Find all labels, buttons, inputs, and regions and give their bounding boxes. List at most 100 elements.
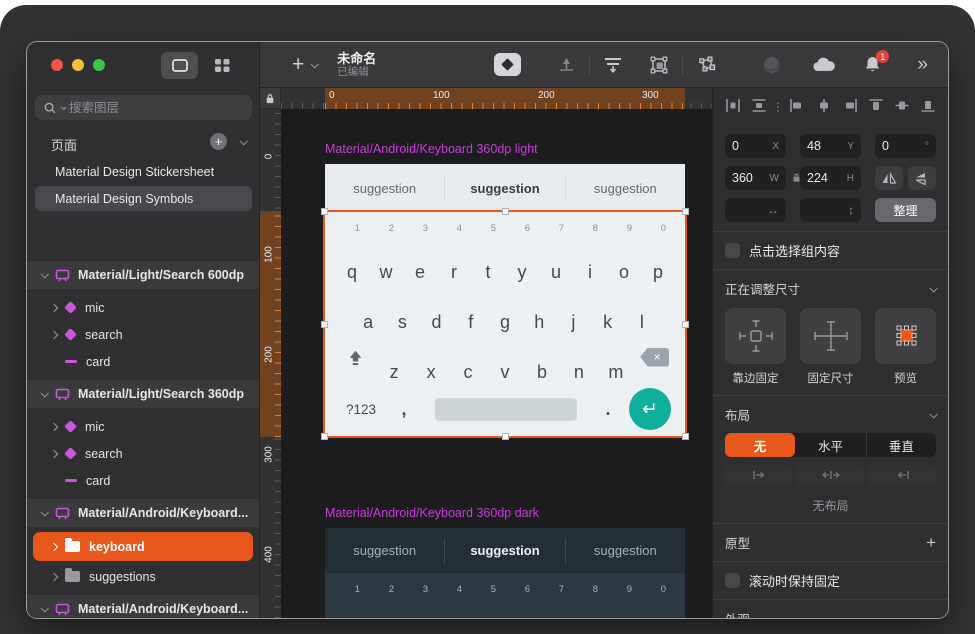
canvas-area[interactable]: 0 100 200 300 0 100 200 300 400 Material… <box>260 88 712 618</box>
align-center-h-button[interactable] <box>816 98 832 116</box>
collapse-chevron-icon[interactable] <box>929 614 937 618</box>
align-left-button[interactable] <box>789 98 805 116</box>
flip-vertical-button[interactable] <box>908 166 936 190</box>
align-bottom-button[interactable] <box>920 98 936 116</box>
search-input[interactable] <box>69 101 219 115</box>
add-page-button[interactable]: + <box>210 133 227 150</box>
align-middle-v-button[interactable] <box>894 98 910 116</box>
pages-collapse-chevron-icon[interactable] <box>239 137 247 145</box>
layer-artboard-keyboard-dark[interactable]: Material/Android/Keyboard... <box>27 595 259 618</box>
align-top-button[interactable] <box>868 98 884 116</box>
arrange-center-button[interactable] <box>797 465 864 485</box>
fix-on-scroll-checkbox[interactable] <box>725 573 740 588</box>
page-item-symbols[interactable]: Material Design Symbols <box>35 186 252 211</box>
zoom-button[interactable] <box>93 59 105 71</box>
rotate-copies-button[interactable] <box>762 55 782 75</box>
minimize-button[interactable] <box>72 59 84 71</box>
ruler-lock-cell[interactable] <box>260 88 281 109</box>
selection-handle-s[interactable] <box>502 433 509 440</box>
expand-chevron-icon[interactable] <box>50 330 58 338</box>
expand-chevron-icon[interactable] <box>40 270 48 278</box>
vertical-ruler[interactable]: 0 100 200 300 400 <box>260 109 281 618</box>
align-right-button[interactable] <box>842 98 858 116</box>
create-symbol-button[interactable] <box>494 53 521 76</box>
expand-chevron-icon[interactable] <box>50 303 58 311</box>
y-position-field[interactable]: 48Y <box>800 134 861 158</box>
close-button[interactable] <box>51 59 63 71</box>
layer-symbol-mic[interactable]: mic <box>27 294 259 321</box>
layer-list: Material/Light/Search 600dp mic search c… <box>27 256 259 618</box>
width-field[interactable]: 360W <box>725 166 786 190</box>
canvas-view-toggle[interactable] <box>161 52 198 79</box>
edit-vector-button[interactable] <box>696 55 718 74</box>
resize-width-field[interactable]: ↔ <box>725 198 786 222</box>
edit-frame-button[interactable] <box>649 56 669 74</box>
distribute-vertical-button[interactable] <box>751 98 767 116</box>
layer-shape-card[interactable]: card <box>27 467 259 494</box>
selection-handle-nw[interactable] <box>321 208 328 215</box>
preview-option[interactable] <box>875 308 936 364</box>
layer-group-suggestions[interactable]: suggestions <box>27 563 259 590</box>
use-as-mask-button[interactable] <box>557 56 576 73</box>
page-item-stickersheet[interactable]: Material Design Stickersheet <box>35 159 252 184</box>
collapse-chevron-icon[interactable] <box>929 284 937 292</box>
selection-handle-ne[interactable] <box>682 208 689 215</box>
layout-none-segment[interactable]: 无 <box>725 433 795 457</box>
expand-chevron-icon[interactable] <box>50 572 58 580</box>
add-prototype-button[interactable]: + <box>926 537 936 549</box>
height-field[interactable]: 224H <box>800 166 861 190</box>
expand-chevron-icon[interactable] <box>50 542 58 550</box>
layout-vertical-segment[interactable]: 垂直 <box>866 433 936 457</box>
insert-button[interactable]: + <box>292 55 317 75</box>
key-number: 6 <box>525 584 530 595</box>
selection-handle-sw[interactable] <box>321 433 328 440</box>
key-number: 2 <box>389 584 394 595</box>
tidy-button[interactable]: 整理 <box>875 198 936 222</box>
artboard-keyboard-dark[interactable]: suggestion suggestion suggestion 1q2w3e4… <box>325 528 685 618</box>
expand-chevron-icon[interactable] <box>40 389 48 397</box>
arrange-left-button[interactable] <box>725 465 792 485</box>
selection-handle-w[interactable] <box>321 321 328 328</box>
resize-height-field[interactable]: ↕ <box>800 198 861 222</box>
notifications-button[interactable]: 1 <box>863 55 882 74</box>
toolbar-overflow-button[interactable]: » <box>917 54 928 76</box>
pin-to-edge-option[interactable] <box>725 308 786 364</box>
expand-chevron-icon[interactable] <box>50 449 58 457</box>
artboard-title-light[interactable]: Material/Android/Keyboard 360dp light <box>325 142 538 156</box>
horizontal-ruler[interactable]: 0 100 200 300 <box>281 88 712 109</box>
select-group-content-checkbox[interactable] <box>725 243 740 258</box>
search-scope-chevron-icon[interactable] <box>61 104 67 110</box>
layer-symbol-mic[interactable]: mic <box>27 413 259 440</box>
selection-handle-se[interactable] <box>682 433 689 440</box>
arrange-right-button[interactable] <box>869 465 936 485</box>
expand-chevron-icon[interactable] <box>40 604 48 612</box>
layer-artboard-search-600[interactable]: Material/Light/Search 600dp <box>27 261 259 289</box>
components-view-toggle[interactable] <box>204 52 241 79</box>
distribute-button[interactable] <box>603 56 623 74</box>
artboard-title-dark[interactable]: Material/Android/Keyboard 360dp dark <box>325 506 539 520</box>
canvas-viewport[interactable]: Material/Android/Keyboard 360dp light su… <box>281 109 712 618</box>
expand-chevron-icon[interactable] <box>50 422 58 430</box>
rotation-field[interactable]: 0° <box>875 134 936 158</box>
expand-chevron-icon[interactable] <box>40 508 48 516</box>
layer-shape-card[interactable]: card <box>27 348 259 375</box>
selection-handle-e[interactable] <box>682 321 689 328</box>
layer-symbol-search[interactable]: search <box>27 321 259 348</box>
fixed-size-option[interactable] <box>800 308 861 364</box>
selection-outline[interactable] <box>323 210 687 438</box>
shape-icon <box>65 360 77 364</box>
distribute-horizontal-button[interactable] <box>725 98 741 116</box>
selection-handle-n[interactable] <box>502 208 509 215</box>
layer-symbol-search[interactable]: search <box>27 440 259 467</box>
x-position-field[interactable]: 0X <box>725 134 786 158</box>
layer-artboard-search-360[interactable]: Material/Light/Search 360dp <box>27 380 259 408</box>
layer-group-keyboard-selected[interactable]: keyboard <box>33 532 253 561</box>
pin-to-edge-icon <box>736 318 776 354</box>
layer-artboard-keyboard-light[interactable]: Material/Android/Keyboard... <box>27 499 259 527</box>
cloud-share-button[interactable] <box>812 56 837 74</box>
layer-search-field[interactable] <box>35 95 252 120</box>
flip-horizontal-button[interactable] <box>875 166 903 190</box>
collapse-chevron-icon[interactable] <box>929 410 937 418</box>
aspect-lock-icon[interactable] <box>792 172 801 186</box>
layout-horizontal-segment[interactable]: 水平 <box>795 433 865 457</box>
